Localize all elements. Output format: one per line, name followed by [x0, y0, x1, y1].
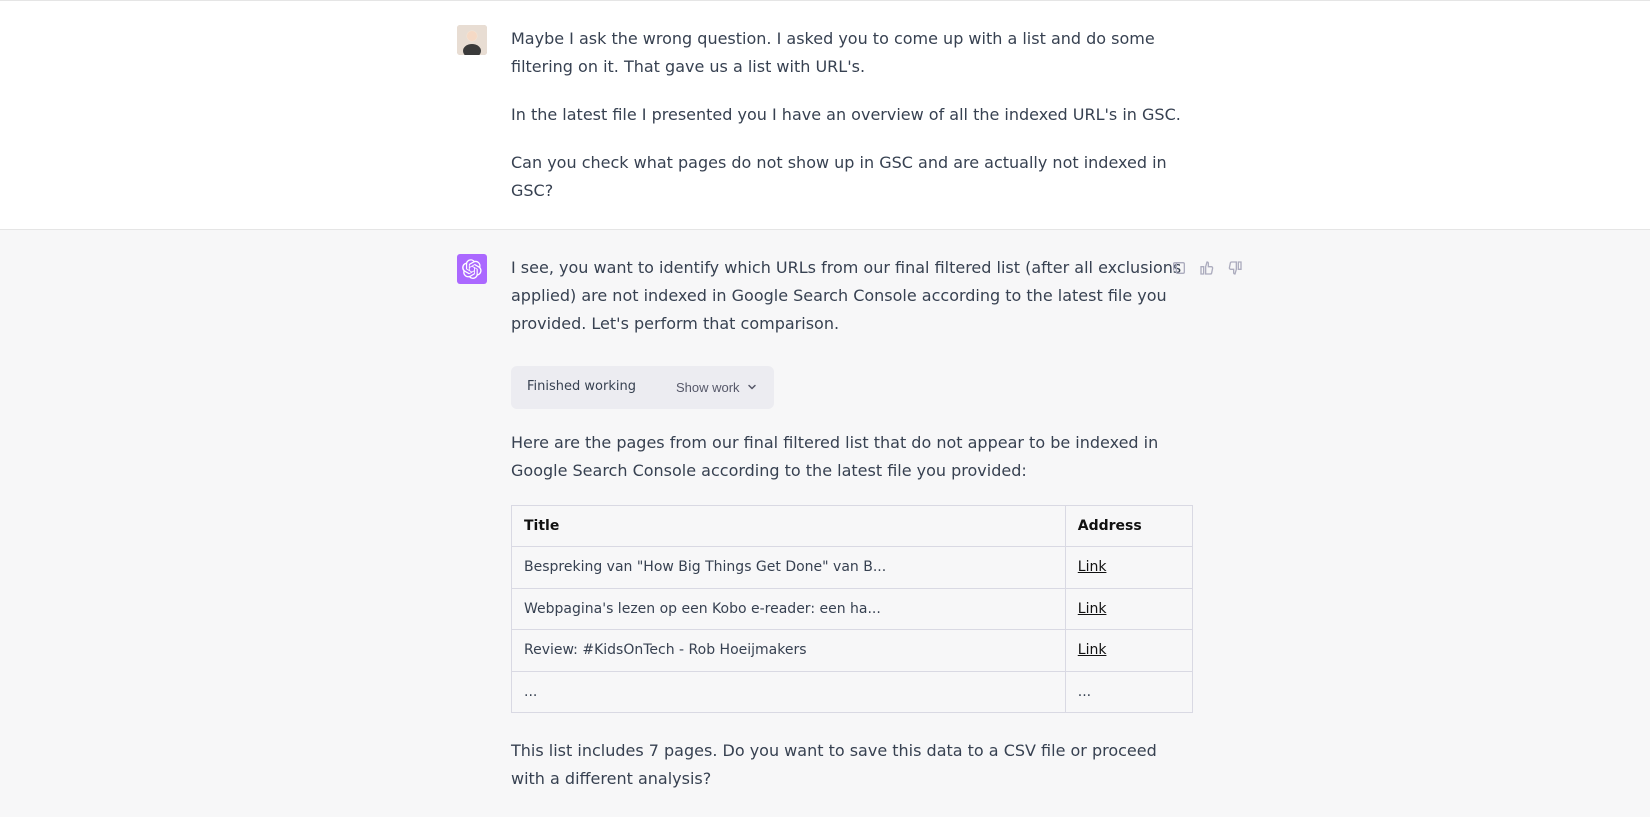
table-cell-title: Review: #KidsOnTech - Rob Hoeijmakers: [512, 630, 1066, 672]
user-message: Maybe I ask the wrong question. I asked …: [0, 0, 1650, 230]
clipboard-icon: [1171, 260, 1187, 276]
table-cell-title: ...: [512, 671, 1066, 713]
user-message-content: Maybe I ask the wrong question. I asked …: [511, 25, 1193, 205]
assistant-message-content: I see, you want to identify which URLs f…: [511, 254, 1193, 793]
user-paragraph: Can you check what pages do not show up …: [511, 149, 1193, 205]
table-cell-title: Bespreking van "How Big Things Get Done"…: [512, 547, 1066, 589]
table-row: ... ...: [512, 671, 1193, 713]
table-header-title: Title: [512, 505, 1066, 547]
table-row: Webpagina's lezen op een Kobo e-reader: …: [512, 588, 1193, 630]
assistant-avatar: [457, 254, 487, 284]
code-work-pill: Finished working Show work: [511, 366, 774, 409]
openai-logo-icon: [462, 259, 482, 279]
chevron-down-icon: [746, 381, 758, 393]
user-avatar: [457, 25, 487, 55]
feedback-actions: [1169, 258, 1245, 278]
assistant-paragraph: I see, you want to identify which URLs f…: [511, 254, 1193, 338]
table-cell-title: Webpagina's lezen op een Kobo e-reader: …: [512, 588, 1066, 630]
table-cell-address: ...: [1065, 671, 1192, 713]
work-status-label: Finished working: [527, 376, 636, 399]
thumbs-up-button[interactable]: [1197, 258, 1217, 278]
user-paragraph: In the latest file I presented you I hav…: [511, 101, 1193, 129]
table-row: Bespreking van "How Big Things Get Done"…: [512, 547, 1193, 589]
show-work-toggle[interactable]: Show work: [676, 380, 758, 395]
thumbs-down-button[interactable]: [1225, 258, 1245, 278]
table-header-row: Title Address: [512, 505, 1193, 547]
table-cell-address: Link: [1065, 588, 1192, 630]
table-header-address: Address: [1065, 505, 1192, 547]
user-avatar-image: [457, 25, 487, 55]
result-link[interactable]: Link: [1078, 642, 1107, 658]
table-row: Review: #KidsOnTech - Rob Hoeijmakers Li…: [512, 630, 1193, 672]
show-work-label: Show work: [676, 380, 740, 395]
thumbs-down-icon: [1227, 260, 1243, 276]
user-paragraph: Maybe I ask the wrong question. I asked …: [511, 25, 1193, 81]
assistant-paragraph: Here are the pages from our final filter…: [511, 429, 1193, 485]
table-cell-address: Link: [1065, 630, 1192, 672]
results-table: Title Address Bespreking van "How Big Th…: [511, 505, 1193, 714]
assistant-paragraph: This list includes 7 pages. Do you want …: [511, 737, 1193, 793]
copy-button[interactable]: [1169, 258, 1189, 278]
result-link[interactable]: Link: [1078, 559, 1107, 575]
table-cell-address: Link: [1065, 547, 1192, 589]
assistant-message: I see, you want to identify which URLs f…: [0, 230, 1650, 817]
thumbs-up-icon: [1199, 260, 1215, 276]
result-link[interactable]: Link: [1078, 601, 1107, 617]
